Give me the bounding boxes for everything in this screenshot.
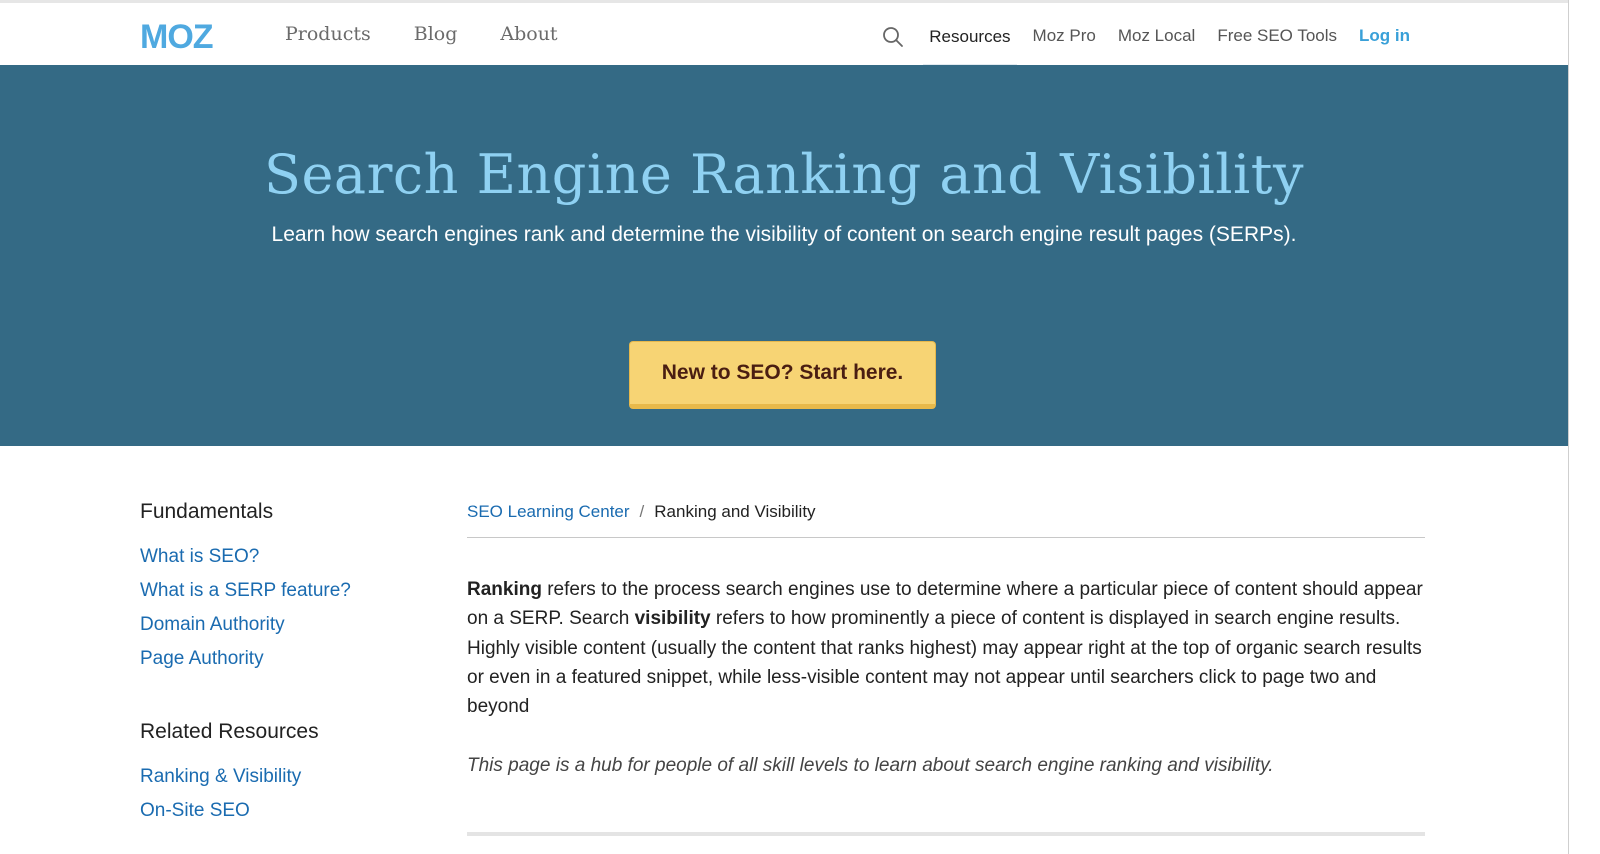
main-content: SEO Learning Center / Ranking and Visibili… [467,500,1425,777]
sidebar-heading-fundamentals: Fundamentals [140,500,274,523]
hero-banner: Search Engine Ranking and Visibility Lea… [0,65,1568,446]
list-item: Page Authority [140,648,440,682]
start-here-button[interactable]: New to SEO? Start here. [629,341,936,409]
hub-note: This page is a hub for people of all ski… [467,755,1274,777]
primary-nav: Products Blog About [285,23,601,45]
section-divider [467,832,1425,836]
nav-resources-link[interactable]: Resources [923,3,1017,68]
sidebar-link-on-site-seo[interactable]: On-Site SEO [140,800,250,821]
list-item: Ranking & Visibility [140,766,440,800]
breadcrumb-learning-center-link[interactable]: SEO Learning Center [467,502,630,521]
list-item: What is SEO? [140,546,440,580]
breadcrumb-current: Ranking and Visibility [654,502,816,521]
related-resources-list: Ranking & Visibility On-Site SEO [140,766,440,834]
sidebar-link-serp-feature[interactable]: What is a SERP feature? [140,580,351,601]
nav-free-seo-tools-link[interactable]: Free SEO Tools [1211,3,1343,68]
sidebar-link-page-authority[interactable]: Page Authority [140,648,264,669]
svg-text:MOZ: MOZ [140,21,213,51]
nav-blog-link[interactable]: Blog [414,23,458,45]
fundamentals-list: What is SEO? What is a SERP feature? Dom… [140,546,440,682]
breadcrumb: SEO Learning Center / Ranking and Visibili… [467,500,1425,538]
term-visibility: visibility [634,608,711,630]
term-ranking: Ranking [467,579,542,600]
search-icon[interactable] [881,25,905,49]
hero-subtitle: Learn how search engines rank and determ… [271,223,1297,246]
moz-logo[interactable]: MOZ [140,21,232,51]
sidebar-link-what-is-seo[interactable]: What is SEO? [140,546,259,567]
window-edge [1568,0,1600,854]
sidebar-link-ranking-visibility[interactable]: Ranking & Visibility [140,766,301,787]
secondary-nav: Resources Moz Pro Moz Local Free SEO Too… [881,3,1416,68]
nav-about-link[interactable]: About [500,23,557,45]
top-navigation: MOZ Products Blog About Resources Moz Pr… [0,0,1568,68]
breadcrumb-separator: / [639,502,645,521]
nav-products-link[interactable]: Products [285,23,371,45]
list-item: What is a SERP feature? [140,580,440,614]
list-item: Domain Authority [140,614,440,648]
sidebar-heading-related-resources: Related Resources [140,720,319,743]
list-item: On-Site SEO [140,800,440,834]
intro-paragraph: Ranking refers to the process search eng… [467,575,1425,721]
sidebar: Fundamentals What is SEO? What is a SERP… [140,500,440,854]
nav-moz-local-link[interactable]: Moz Local [1112,3,1201,68]
nav-moz-pro-link[interactable]: Moz Pro [1027,3,1102,68]
sidebar-link-domain-authority[interactable]: Domain Authority [140,614,285,635]
page-title: Search Engine Ranking and Visibility [263,143,1305,206]
moz-logo-mark: MOZ [140,21,214,51]
login-link[interactable]: Log in [1353,3,1416,68]
